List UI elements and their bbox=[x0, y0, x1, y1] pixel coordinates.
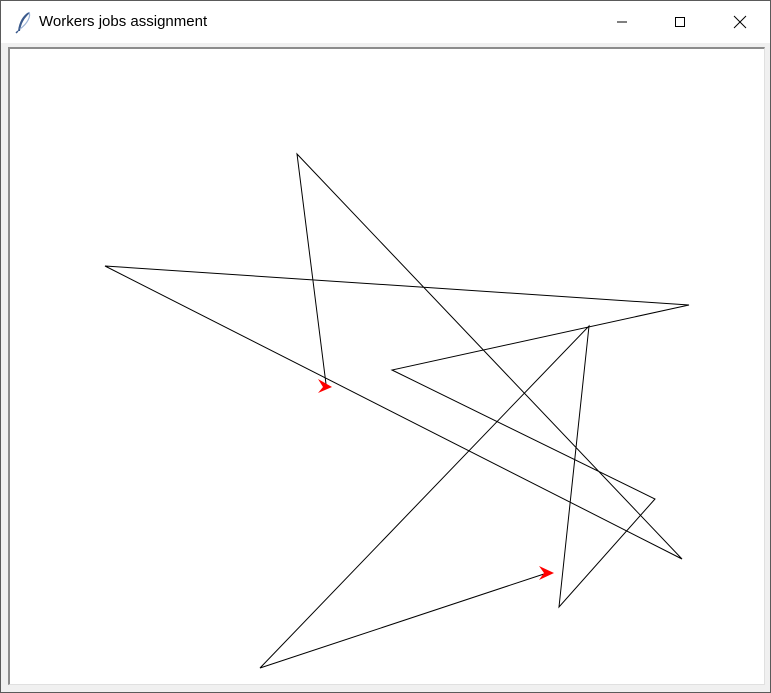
close-icon bbox=[733, 15, 746, 29]
app-window: Workers jobs assignment bbox=[0, 0, 771, 693]
close-button[interactable] bbox=[709, 1, 770, 43]
feather-icon bbox=[15, 11, 31, 34]
worker-marker-2 bbox=[539, 566, 554, 580]
window-title: Workers jobs assignment bbox=[39, 13, 208, 30]
maximize-icon bbox=[675, 17, 685, 27]
drawing-canvas[interactable] bbox=[8, 47, 765, 685]
path-canvas bbox=[104, 152, 690, 669]
worker-marker-1 bbox=[318, 379, 332, 393]
maximize-button[interactable] bbox=[651, 1, 709, 43]
minimize-icon bbox=[617, 21, 627, 23]
minimize-button[interactable] bbox=[593, 1, 651, 43]
title-bar[interactable]: Workers jobs assignment bbox=[1, 1, 770, 43]
worker-path-1 bbox=[104, 152, 690, 669]
